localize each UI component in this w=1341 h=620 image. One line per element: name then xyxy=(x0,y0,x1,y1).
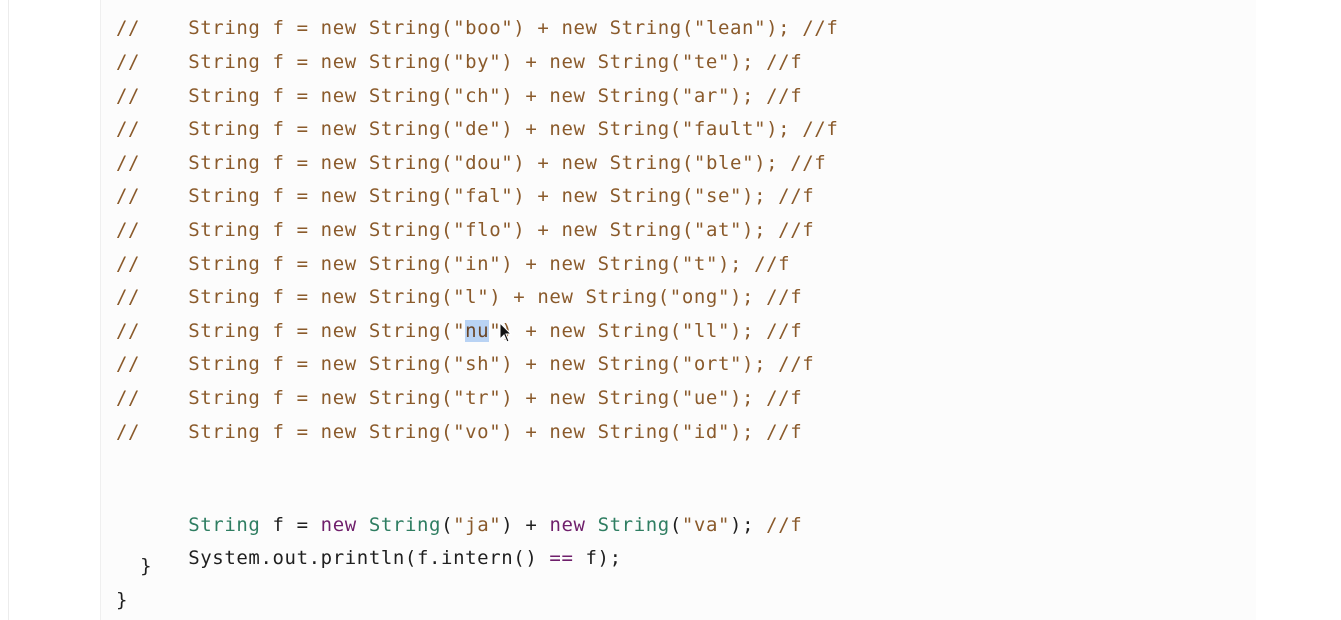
string-right-part: se xyxy=(705,185,731,207)
commented-code-line[interactable]: // String f = new String("de") + new Str… xyxy=(116,116,838,142)
commented-code-line[interactable]: // String f = new String("tr") + new Str… xyxy=(116,385,802,411)
comment-suffix: "); //f xyxy=(730,219,815,241)
string-left-part: ch xyxy=(465,85,490,107)
commented-code-line[interactable]: // String f = new String("fal") + new St… xyxy=(116,183,814,209)
string-literal-va: "va" xyxy=(681,514,731,536)
comment-mid: ") + new String(" xyxy=(501,219,706,241)
string-right-part: ort xyxy=(693,353,731,375)
comment-prefix: // String f = new String(" xyxy=(116,118,466,140)
comment-prefix: // String f = new String(" xyxy=(116,185,466,207)
comment-mid: ") + new String(" xyxy=(501,185,706,207)
trailing-comment: //f xyxy=(766,514,803,536)
comment-mid: ") + new String(" xyxy=(489,353,694,375)
selected-text: nu xyxy=(465,320,490,342)
commented-code-line[interactable]: // String f = new String("l") + new Stri… xyxy=(116,284,802,310)
comment-mid: ") + new String(" xyxy=(477,286,682,308)
comment-mid: ") + new String(" xyxy=(489,320,694,342)
comment-suffix: "); //f xyxy=(730,185,815,207)
comment-suffix: "); //f xyxy=(705,253,791,275)
comment-prefix: // String f = new String(" xyxy=(116,85,466,107)
comment-prefix: // String f = new String(" xyxy=(116,253,466,275)
comment-prefix: // String f = new String(" xyxy=(116,51,466,73)
inner-close-brace[interactable]: } xyxy=(116,553,152,579)
commented-code-line[interactable]: // String f = new String("ch") + new Str… xyxy=(116,83,802,109)
string-left-part: sh xyxy=(465,353,490,375)
comment-mid: ") + new String(" xyxy=(501,17,706,39)
comment-prefix: // String f = new String(" xyxy=(116,17,466,39)
commented-code-line[interactable]: // String f = new String("by") + new Str… xyxy=(116,49,802,75)
comment-prefix: // String f = new String(" xyxy=(116,286,466,308)
comment-mid: ") + new String(" xyxy=(489,118,694,140)
comment-suffix: "); //f xyxy=(717,421,803,443)
comment-suffix: "); //f xyxy=(717,387,803,409)
string-left-part: by xyxy=(465,51,490,73)
string-left-part: dou xyxy=(465,152,502,174)
string-right-part: ll xyxy=(693,320,718,342)
string-right-part: fault xyxy=(693,118,755,140)
string-left-part: de xyxy=(465,118,490,140)
comment-suffix: "); //f xyxy=(754,17,839,39)
string-right-part: ar xyxy=(693,85,718,107)
comment-mid: ") + new String(" xyxy=(489,387,694,409)
comment-prefix: // String f = new String(" xyxy=(116,387,466,409)
comment-suffix: "); //f xyxy=(742,152,827,174)
comment-prefix: // String f = new String(" xyxy=(116,320,466,342)
string-left-part: fal xyxy=(465,185,502,207)
string-right-part: ue xyxy=(693,387,718,409)
commented-code-line[interactable]: // String f = new String("vo") + new Str… xyxy=(116,419,802,445)
string-left-part: in xyxy=(465,253,490,275)
comment-mid: ") + new String(" xyxy=(489,51,694,73)
comment-suffix: "); //f xyxy=(717,286,803,308)
comment-prefix: // String f = new String(" xyxy=(116,152,466,174)
commented-code-line[interactable]: // String f = new String("boo") + new St… xyxy=(116,15,838,41)
comment-prefix: // String f = new String(" xyxy=(116,353,466,375)
string-left-part: l xyxy=(465,286,478,308)
open-paren-2: ( xyxy=(669,514,682,536)
comment-suffix: "); //f xyxy=(730,353,815,375)
string-left-part: boo xyxy=(465,17,502,39)
string-left-part: vo xyxy=(465,421,490,443)
commented-code-line[interactable]: // String f = new String("dou") + new St… xyxy=(116,150,826,176)
string-left-part: flo xyxy=(465,219,502,241)
outer-close-brace[interactable]: } xyxy=(116,587,128,613)
string-right-part: ble xyxy=(705,152,743,174)
string-right-part: id xyxy=(693,421,718,443)
println-call: System.out.println(f.intern() xyxy=(188,547,550,569)
string-right-part: at xyxy=(705,219,731,241)
comment-mid: ") + new String(" xyxy=(501,152,706,174)
comment-prefix: // String f = new String(" xyxy=(116,219,466,241)
equality-operator: == xyxy=(549,547,574,569)
comment-suffix: "); //f xyxy=(717,320,803,342)
comment-suffix: "); //f xyxy=(717,85,803,107)
commented-code-line[interactable]: // String f = new String("in") + new Str… xyxy=(116,251,790,277)
active-code-line[interactable]: String f = new String("ja") + new String… xyxy=(116,486,802,536)
commented-code-line[interactable]: // String f = new String("flo") + new St… xyxy=(116,217,814,243)
comment-suffix: "); //f xyxy=(717,51,803,73)
comment-mid: ") + new String(" xyxy=(489,253,694,275)
mouse-pointer-icon xyxy=(499,322,513,343)
comment-prefix: // String f = new String(" xyxy=(116,421,466,443)
comment-mid: ") + new String(" xyxy=(489,421,694,443)
comment-suffix: "); //f xyxy=(754,118,839,140)
comment-mid: ") + new String(" xyxy=(489,85,694,107)
println-line[interactable]: System.out.println(f.intern() == f); xyxy=(116,519,622,569)
println-end: f); xyxy=(573,547,622,569)
string-right-part: te xyxy=(693,51,718,73)
string-right-part: ong xyxy=(681,286,718,308)
string-left-part: tr xyxy=(465,387,490,409)
string-right-part: lean xyxy=(705,17,755,39)
close-paren: ); xyxy=(730,514,767,536)
string-right-part: t xyxy=(693,253,706,275)
commented-code-line[interactable]: // String f = new String("sh") + new Str… xyxy=(116,351,814,377)
commented-code-line[interactable]: // String f = new String("nu") + new Str… xyxy=(116,318,802,344)
